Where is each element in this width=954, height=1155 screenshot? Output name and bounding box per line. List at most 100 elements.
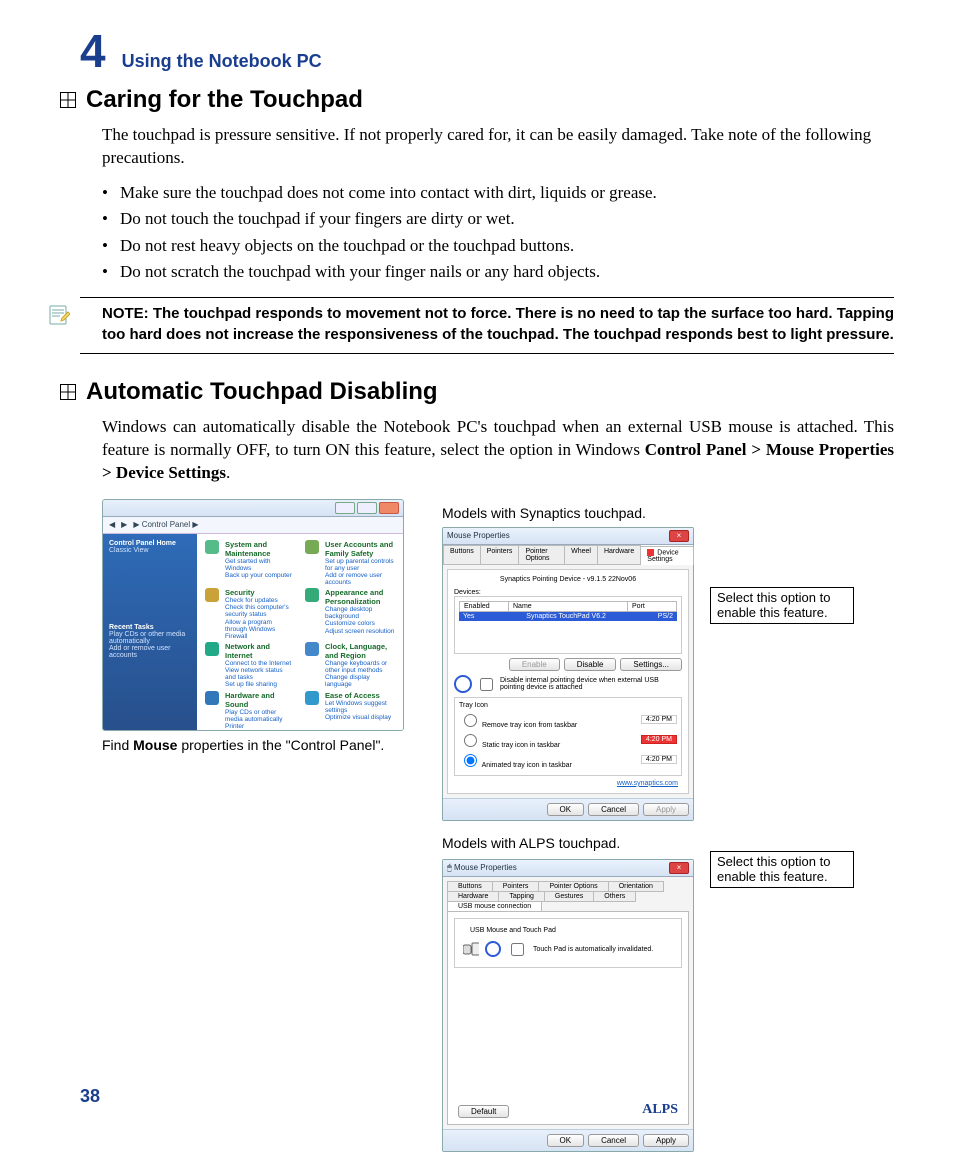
address-bar[interactable]: ◀ ▶ ▶ Control Panel ▶: [103, 517, 403, 534]
caption-text: properties in the "Control Panel".: [177, 737, 384, 753]
tray-option-remove[interactable]: Remove tray icon from taskbar: [459, 711, 577, 729]
category-title: User Accounts and Family Safety: [325, 540, 395, 558]
caption-alps: Models with ALPS touchpad.: [442, 835, 894, 851]
tab-buttons[interactable]: Buttons: [443, 545, 481, 564]
tab-hardware[interactable]: Hardware: [597, 545, 641, 564]
control-panel-item[interactable]: Ease of AccessLet Windows suggest settin…: [305, 691, 395, 731]
note-text: NOTE: The touchpad responds to movement …: [102, 304, 894, 345]
radio-label: Remove tray icon from taskbar: [482, 722, 577, 729]
control-panel-item[interactable]: Network and InternetConnect to the Inter…: [205, 642, 295, 689]
category-title: Security: [225, 588, 295, 597]
synaptics-dialog: Mouse Properties × Buttons Pointers Poin…: [442, 527, 694, 821]
callout-box: Select this option to enable this featur…: [710, 587, 854, 624]
category-links[interactable]: Get started with WindowsBack up your com…: [225, 558, 295, 579]
sidebar-recent-tasks: Recent Tasks: [109, 624, 154, 631]
nav-back-icon[interactable]: ◀: [109, 520, 115, 529]
apply-button[interactable]: Apply: [643, 1134, 689, 1147]
category-icon: [205, 588, 219, 602]
disable-on-usb-checkbox[interactable]: [480, 678, 493, 691]
control-panel-item[interactable]: User Accounts and Family SafetySet up pa…: [305, 540, 395, 587]
tab-others[interactable]: Others: [593, 891, 636, 902]
tray-option-animated[interactable]: Animated tray icon in taskbar: [459, 751, 572, 769]
control-panel-window: ◀ ▶ ▶ Control Panel ▶ Control Panel Home…: [102, 499, 404, 731]
close-button[interactable]: ×: [669, 530, 689, 542]
category-icon: [205, 540, 219, 554]
chapter-title: Using the Notebook PC: [122, 51, 322, 72]
sidebar-task[interactable]: Play CDs or other media automatically: [109, 631, 185, 645]
cell-name: Synaptics TouchPad V6.2: [526, 613, 606, 620]
category-icon: [305, 588, 319, 602]
category-title: Ease of Access: [325, 691, 395, 700]
enable-button[interactable]: Enable: [509, 658, 560, 671]
control-panel-item[interactable]: Hardware and SoundPlay CDs or other medi…: [205, 691, 295, 731]
synaptics-link[interactable]: www.synaptics.com: [454, 780, 678, 787]
section-icon: [60, 384, 76, 400]
settings-button[interactable]: Settings...: [620, 658, 682, 671]
clock-badge: 4:20 PM: [641, 735, 677, 744]
close-button[interactable]: [379, 502, 399, 514]
tab-gestures[interactable]: Gestures: [544, 891, 594, 902]
sidebar-head: Control Panel Home: [109, 540, 176, 547]
note-icon: [48, 304, 70, 326]
tab-bar: Buttons Pointers Pointer Options Wheel H…: [443, 545, 693, 565]
control-panel-item[interactable]: System and MaintenanceGet started with W…: [205, 540, 295, 587]
control-panel-item[interactable]: Clock, Language, and RegionChange keyboa…: [305, 642, 395, 689]
driver-version: Synaptics Pointing Device - v9.1.5 22Nov…: [454, 576, 682, 583]
callout-circle-icon: [485, 941, 501, 957]
callout-circle-icon: [454, 675, 472, 693]
category-icon: [305, 691, 319, 705]
touchpad-invalidate-checkbox[interactable]: [511, 943, 524, 956]
category-icon: [305, 642, 319, 656]
radio-label: Animated tray icon in taskbar: [482, 762, 572, 769]
synaptics-icon: [647, 549, 654, 556]
sidebar-classic-view[interactable]: Classic View: [109, 547, 149, 554]
category-links[interactable]: Let Windows suggest settingsOptimize vis…: [325, 700, 395, 721]
caption-bold: Mouse: [133, 737, 177, 753]
devices-table-row[interactable]: Yes Synaptics TouchPad V6.2 PS/2: [459, 612, 677, 621]
tab-pointer-options[interactable]: Pointer Options: [518, 545, 565, 564]
col-enabled: Enabled: [460, 602, 509, 611]
tab-bar: Buttons Pointers Pointer Options Orienta…: [443, 877, 693, 911]
section-title-caring: Caring for the Touchpad: [86, 86, 363, 114]
tab-device-settings[interactable]: Device Settings: [640, 546, 694, 565]
bullet: Do not scratch the touchpad with your fi…: [102, 259, 894, 285]
col-port: Port: [628, 602, 676, 611]
dialog-title: 🖱 Mouse Properties: [447, 863, 517, 873]
section1-intro: The touchpad is pressure sensitive. If n…: [102, 124, 894, 170]
category-links[interactable]: Check for updatesCheck this computer's s…: [225, 597, 295, 640]
category-links[interactable]: Change keyboards or other input methodsC…: [325, 660, 395, 689]
sidebar-task[interactable]: Add or remove user accounts: [109, 645, 170, 659]
category-links[interactable]: Change desktop backgroundCustomize color…: [325, 606, 395, 635]
apply-button[interactable]: Apply: [643, 803, 689, 816]
disable-button[interactable]: Disable: [564, 658, 617, 671]
tray-option-static[interactable]: Static tray icon in taskbar: [459, 731, 560, 749]
category-icon: [305, 540, 319, 554]
category-links[interactable]: Connect to the InternetView network stat…: [225, 660, 295, 689]
category-links[interactable]: Play CDs or other media automaticallyPri…: [225, 709, 295, 731]
col-name: Name: [509, 602, 628, 611]
control-panel-item[interactable]: SecurityCheck for updatesCheck this comp…: [205, 588, 295, 640]
maximize-button[interactable]: [357, 502, 377, 514]
alps-dialog: 🖱 Mouse Properties × Buttons Pointers Po…: [442, 859, 694, 1152]
cancel-button[interactable]: Cancel: [588, 803, 639, 816]
breadcrumb[interactable]: ▶ Control Panel ▶: [133, 520, 198, 529]
minimize-button[interactable]: [335, 502, 355, 514]
nav-fwd-icon[interactable]: ▶: [121, 520, 127, 529]
clock-badge: 4:20 PM: [641, 715, 677, 724]
ok-button[interactable]: OK: [547, 803, 585, 816]
bullet: Make sure the touchpad does not come int…: [102, 180, 894, 206]
category-links[interactable]: Set up parental controls for any userAdd…: [325, 558, 395, 587]
tab-pointers[interactable]: Pointers: [480, 545, 520, 564]
bullet: Do not touch the touchpad if your finger…: [102, 206, 894, 232]
devices-label: Devices:: [454, 589, 682, 596]
tab-wheel[interactable]: Wheel: [564, 545, 598, 564]
touchpad-invalidate-label: Touch Pad is automatically invalidated.: [533, 946, 653, 953]
ok-button[interactable]: OK: [547, 1134, 585, 1147]
cancel-button[interactable]: Cancel: [588, 1134, 639, 1147]
default-button[interactable]: Default: [458, 1105, 509, 1118]
control-panel-item[interactable]: Appearance and PersonalizationChange des…: [305, 588, 395, 640]
category-title: Network and Internet: [225, 642, 295, 660]
close-button[interactable]: ×: [669, 862, 689, 874]
control-panel-items: System and MaintenanceGet started with W…: [197, 534, 403, 731]
devices-table-header: Enabled Name Port: [459, 601, 677, 612]
